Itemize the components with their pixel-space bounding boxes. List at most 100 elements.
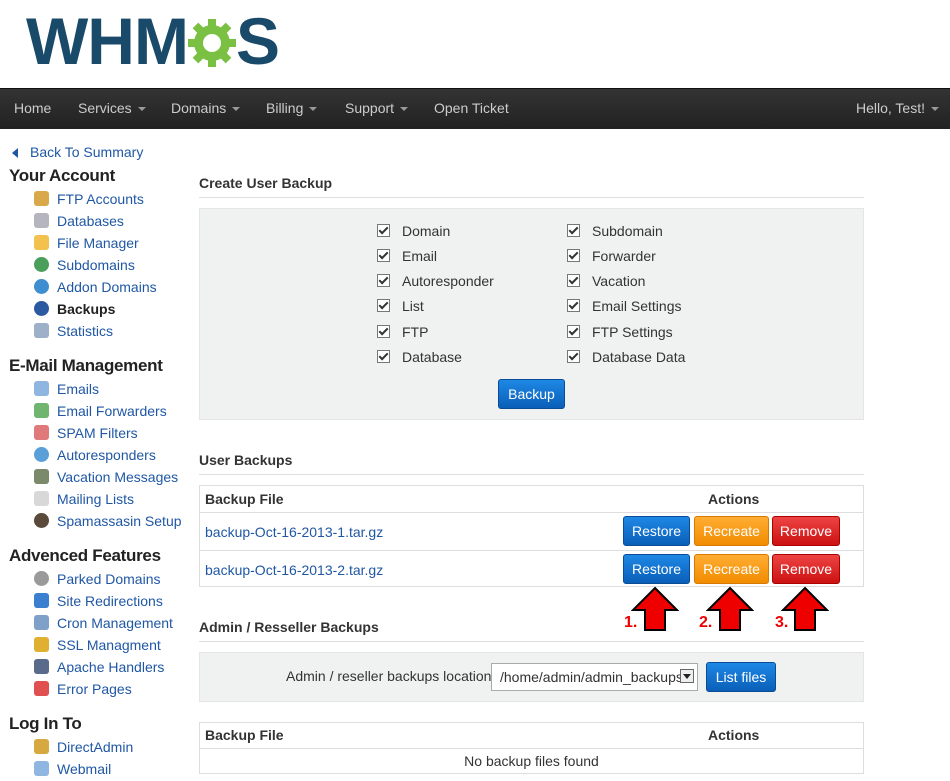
sidebar-item-ssl-managment[interactable]: SSL Managment <box>34 635 161 655</box>
sidebar-item-directadmin[interactable]: DirectAdmin <box>34 737 133 757</box>
nav-services[interactable]: Services <box>78 89 146 129</box>
lock-icon <box>34 637 49 652</box>
checkbox-icon[interactable] <box>567 299 580 312</box>
checkbox-domain[interactable]: Domain <box>377 221 450 241</box>
checkbox-ftp-settings[interactable]: FTP Settings <box>567 322 673 342</box>
checkbox-database[interactable]: Database <box>377 347 462 367</box>
tv-icon <box>34 469 49 484</box>
checkbox-database-data[interactable]: Database Data <box>567 347 685 367</box>
empty-state-text: No backup files found <box>464 753 599 769</box>
checkbox-ftp[interactable]: FTP <box>377 322 428 342</box>
checkbox-icon[interactable] <box>567 274 580 287</box>
admin-backups-title: Admin / Resseller Backups <box>199 619 379 635</box>
checkbox-email[interactable]: Email <box>377 246 437 266</box>
red-up-arrow-icon <box>706 586 754 631</box>
webmail-icon <box>34 761 49 776</box>
chevron-down-icon <box>931 107 939 112</box>
column-header-backup-file: Backup File <box>205 727 284 743</box>
admin-backups-table: Backup File Actions No backup files foun… <box>199 722 864 774</box>
back-to-summary-link[interactable]: Back To Summary <box>12 144 143 160</box>
table-row: backup-Oct-16-2013-1.tar.gz Restore Recr… <box>200 512 863 551</box>
checkbox-list[interactable]: List <box>377 296 424 316</box>
cron-icon <box>34 615 49 630</box>
logo-text-left: WHM <box>26 4 189 78</box>
chevron-down-icon <box>400 107 409 112</box>
sidebar-item-cron-management[interactable]: Cron Management <box>34 613 173 633</box>
checkbox-icon[interactable] <box>377 249 390 262</box>
checkbox-icon[interactable] <box>567 325 580 338</box>
dropdown-arrow-icon[interactable] <box>680 669 694 683</box>
autoresponder-icon <box>34 447 49 462</box>
checkbox-autoresponder[interactable]: Autoresponder <box>377 271 494 291</box>
sidebar-item-emails[interactable]: Emails <box>34 379 99 399</box>
parked-domain-icon <box>34 571 49 586</box>
sidebar-item-ftp-accounts[interactable]: FTP Accounts <box>34 189 144 209</box>
nav-open-ticket[interactable]: Open Ticket <box>434 89 509 129</box>
checkbox-icon[interactable] <box>377 224 390 237</box>
nav-support[interactable]: Support <box>345 89 409 129</box>
sidebar-item-file-manager[interactable]: File Manager <box>34 233 139 253</box>
checkbox-icon[interactable] <box>377 274 390 287</box>
backup-button[interactable]: Backup <box>498 379 565 409</box>
backups-location-select[interactable]: /home/admin/admin_backups <box>491 663 698 691</box>
nav-home[interactable]: Home <box>14 89 51 129</box>
backup-file-link[interactable]: backup-Oct-16-2013-2.tar.gz <box>205 562 383 578</box>
sidebar-item-mailing-lists[interactable]: Mailing Lists <box>34 489 134 509</box>
recreate-button[interactable]: Recreate <box>694 554 769 584</box>
sidebar-item-error-pages[interactable]: Error Pages <box>34 679 132 699</box>
nav-billing[interactable]: Billing <box>266 89 318 129</box>
annotation-number: 3. <box>775 614 789 631</box>
checkbox-icon[interactable] <box>567 350 580 363</box>
back-arrow-icon <box>12 148 18 159</box>
book-icon <box>34 491 49 506</box>
statistics-icon <box>34 323 49 338</box>
sidebar-item-parked-domains[interactable]: Parked Domains <box>34 569 161 589</box>
restore-button[interactable]: Restore <box>623 554 690 584</box>
sidebar-item-autoresponders[interactable]: Autoresponders <box>34 445 156 465</box>
sidebar-item-spam-filters[interactable]: SPAM Filters <box>34 423 138 443</box>
nav-user-menu[interactable]: Hello, Test! <box>856 89 939 129</box>
sidebar-item-databases[interactable]: Databases <box>34 211 124 231</box>
envelope-forward-icon <box>34 403 49 418</box>
sidebar-item-addon-domains[interactable]: Addon Domains <box>34 277 157 297</box>
folder-icon <box>34 235 49 250</box>
sidebar-item-spamassasin-setup[interactable]: Spamassasin Setup <box>34 511 182 531</box>
checkbox-vacation[interactable]: Vacation <box>567 271 645 291</box>
checkbox-icon[interactable] <box>377 299 390 312</box>
restore-button[interactable]: Restore <box>623 516 690 546</box>
checkbox-icon[interactable] <box>377 350 390 363</box>
chevron-down-icon <box>309 107 318 112</box>
sidebar-item-apache-handlers[interactable]: Apache Handlers <box>34 657 164 677</box>
table-row: No backup files found <box>200 748 863 775</box>
divider <box>199 641 864 642</box>
user-backups-table: Backup File Actions backup-Oct-16-2013-1… <box>199 485 864 587</box>
sidebar-item-backups[interactable]: Backups <box>34 299 115 319</box>
column-header-backup-file: Backup File <box>205 491 284 507</box>
checkbox-forwarder[interactable]: Forwarder <box>567 246 656 266</box>
create-backup-title: Create User Backup <box>199 175 333 191</box>
sidebar-item-email-forwarders[interactable]: Email Forwarders <box>34 401 167 421</box>
logo-text-right: S <box>235 4 280 78</box>
checkbox-subdomain[interactable]: Subdomain <box>567 221 663 241</box>
backup-file-link[interactable]: backup-Oct-16-2013-1.tar.gz <box>205 524 383 540</box>
checkbox-email-settings[interactable]: Email Settings <box>567 296 681 316</box>
checkbox-icon[interactable] <box>567 249 580 262</box>
whmcs-logo[interactable]: WHM S <box>26 4 280 78</box>
nav-domains[interactable]: Domains <box>171 89 241 129</box>
recreate-button[interactable]: Recreate <box>694 516 769 546</box>
location-label: Admin / reseller backups location: <box>286 668 496 684</box>
checkbox-icon[interactable] <box>567 224 580 237</box>
sidebar-item-subdomains[interactable]: Subdomains <box>34 255 135 275</box>
divider <box>199 474 864 475</box>
sidebar-item-statistics[interactable]: Statistics <box>34 321 113 341</box>
sidebar-item-site-redirections[interactable]: Site Redirections <box>34 591 163 611</box>
list-files-button[interactable]: List files <box>706 662 776 692</box>
remove-button[interactable]: Remove <box>772 516 840 546</box>
sidebar-item-webmail[interactable]: Webmail <box>34 759 111 779</box>
create-backup-panel: Domain Email Autoresponder List FTP Data… <box>199 208 864 420</box>
server-icon <box>34 659 49 674</box>
remove-button[interactable]: Remove <box>772 554 840 584</box>
checkbox-icon[interactable] <box>377 325 390 338</box>
sidebar-item-vacation-messages[interactable]: Vacation Messages <box>34 467 178 487</box>
clock-icon <box>34 301 49 316</box>
